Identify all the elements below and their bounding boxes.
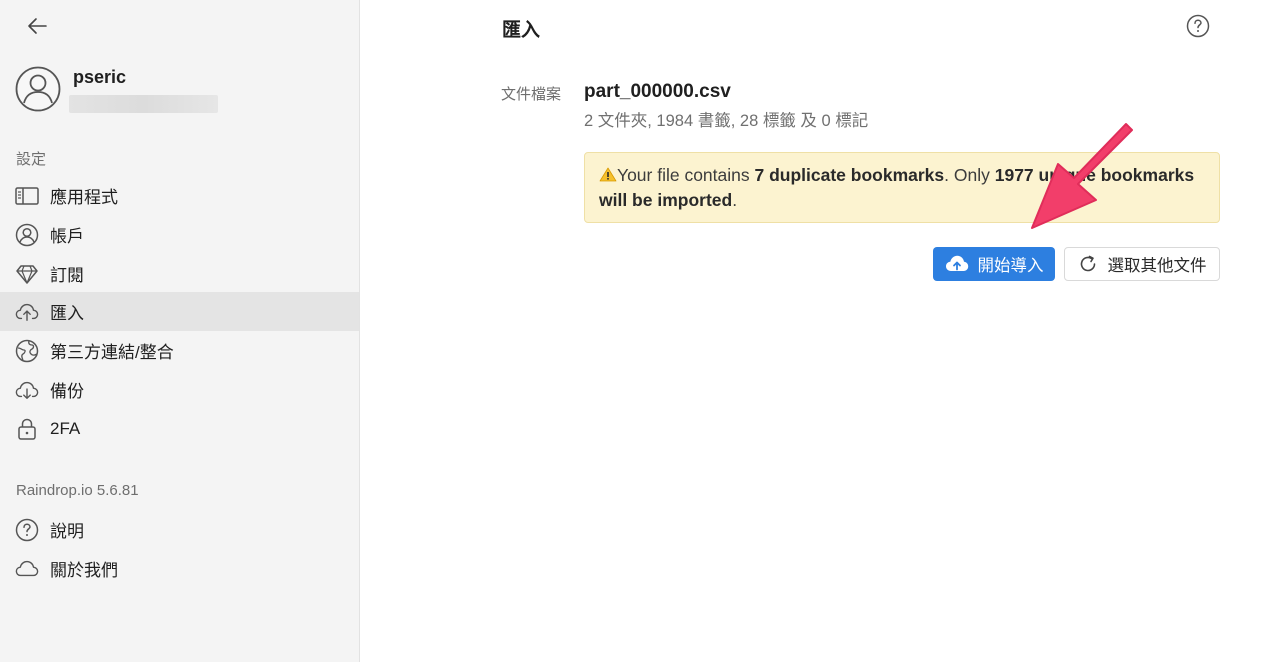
file-stats: 2 文件夾, 1984 書籤, 28 標籤 及 0 標記 — [584, 112, 869, 130]
sidebar-item-account[interactable]: 帳戶 — [0, 215, 359, 254]
warning-text-middle: . Only — [944, 165, 995, 185]
sidebar-item-label: 應用程式 — [50, 188, 118, 207]
warning-icon — [599, 165, 617, 185]
globe-icon — [15, 339, 39, 363]
main-panel: 匯入 文件檔案 part_000000.csv 2 文件夾, 1984 書籤, … — [361, 0, 1280, 662]
diamond-icon — [15, 262, 39, 286]
sidebar-item-label: 匯入 — [50, 304, 84, 323]
user-avatar-icon — [15, 66, 61, 112]
sidebar-item-2fa[interactable]: 2FA — [0, 409, 359, 448]
sidebar-item-label: 關於我們 — [50, 561, 118, 580]
warning-duplicate-count: 7 duplicate bookmarks — [754, 165, 945, 185]
cloud-upload-icon — [15, 300, 39, 324]
sidebar-item-label: 訂閱 — [50, 266, 84, 285]
sidebar-layout-icon — [15, 184, 39, 208]
back-button[interactable] — [22, 12, 52, 40]
warning-text-suffix: . — [732, 190, 738, 210]
sidebar-item-subscription[interactable]: 訂閱 — [0, 254, 359, 293]
sidebar-item-label: 2FA — [50, 418, 81, 438]
sidebar-item-apps[interactable]: 應用程式 — [0, 176, 359, 215]
page-title: 匯入 — [502, 20, 541, 41]
sidebar-item-import[interactable]: 匯入 — [0, 292, 359, 331]
cloud-icon — [15, 557, 39, 581]
sidebar-item-label: 備份 — [50, 382, 84, 401]
question-circle-icon — [15, 518, 39, 542]
avatar[interactable] — [15, 66, 61, 112]
sidebar-item-label: 帳戶 — [50, 227, 84, 246]
file-field-label: 文件檔案 — [501, 86, 562, 103]
sidebar: pseric 設定 應用程式 帳戶 訂閱 匯入 第三方連結/整合 備份 2FA … — [0, 0, 360, 662]
file-name: part_000000.csv — [584, 81, 731, 102]
sidebar-item-integrations[interactable]: 第三方連結/整合 — [0, 331, 359, 370]
question-circle-icon — [1186, 14, 1210, 38]
cloud-upload-icon — [945, 254, 969, 274]
username: pseric — [73, 67, 127, 87]
settings-section-label: 設定 — [16, 151, 47, 168]
start-import-button[interactable]: 開始導入 — [933, 247, 1055, 281]
user-circle-icon — [15, 223, 39, 247]
sidebar-item-help[interactable]: 說明 — [0, 510, 359, 549]
duplicate-warning: Your file contains 7 duplicate bookmarks… — [584, 152, 1220, 223]
lock-icon — [15, 417, 39, 441]
email-redacted — [69, 95, 218, 113]
sidebar-item-about[interactable]: 關於我們 — [0, 549, 359, 588]
sidebar-item-label: 第三方連結/整合 — [50, 343, 174, 362]
choose-other-file-label: 選取其他文件 — [1107, 257, 1207, 275]
refresh-icon — [1078, 254, 1098, 274]
arrow-left-icon — [28, 18, 47, 34]
choose-other-file-button[interactable]: 選取其他文件 — [1064, 247, 1220, 281]
app-version-label: Raindrop.io 5.6.81 — [16, 482, 139, 499]
sidebar-item-label: 說明 — [50, 522, 84, 541]
warning-text-prefix: Your file contains — [617, 165, 755, 185]
start-import-label: 開始導入 — [977, 257, 1044, 275]
cloud-download-icon — [15, 378, 39, 402]
help-button[interactable] — [1186, 14, 1210, 38]
settings-window: pseric 設定 應用程式 帳戶 訂閱 匯入 第三方連結/整合 備份 2FA … — [0, 0, 1280, 662]
sidebar-item-backup[interactable]: 備份 — [0, 370, 359, 409]
